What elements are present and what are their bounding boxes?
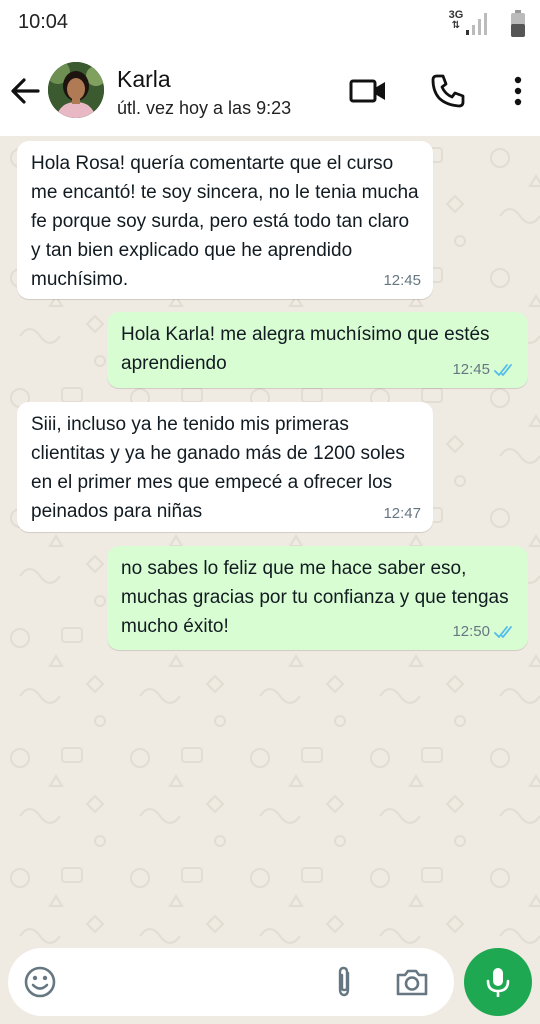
back-arrow-icon[interactable]	[8, 74, 42, 108]
message-meta: 12:45	[383, 266, 421, 295]
status-bar: 10:04 3G ⇅	[0, 0, 540, 46]
message-input-container[interactable]	[8, 948, 454, 1016]
message-meta: 12:50	[452, 617, 516, 646]
avatar[interactable]	[48, 62, 104, 118]
message-meta: 12:47	[383, 499, 421, 528]
message-outgoing[interactable]: no sabes lo feliz que me hace saber eso,…	[107, 546, 528, 650]
status-time: 10:04	[18, 11, 69, 33]
attach-icon[interactable]	[326, 964, 362, 1000]
avatar-photo	[48, 62, 104, 118]
emoji-icon[interactable]	[22, 964, 58, 1000]
status-icons: 3G ⇅	[436, 8, 526, 38]
message-text: Hola Rosa! quería comentarte que el curs…	[31, 153, 419, 290]
read-ticks-icon	[494, 363, 512, 376]
message-meta: 12:45	[452, 355, 516, 384]
mic-button[interactable]	[464, 948, 532, 1016]
video-call-icon[interactable]	[348, 71, 388, 111]
camera-icon[interactable]	[394, 964, 430, 1000]
message-incoming[interactable]: Hola Rosa! quería comentarte que el curs…	[17, 141, 433, 299]
battery-icon	[511, 10, 525, 37]
more-options-icon[interactable]	[498, 71, 538, 111]
mic-icon	[486, 968, 510, 997]
message-composer	[0, 946, 540, 1024]
message-outgoing[interactable]: Hola Karla! me alegra muchísimo que esté…	[107, 312, 528, 388]
message-time: 12:50	[452, 623, 490, 640]
message-text: Siii, incluso ya he tenido mis primeras …	[31, 414, 405, 522]
message-input[interactable]	[68, 966, 308, 998]
message-incoming[interactable]: Siii, incluso ya he tenido mis primeras …	[17, 402, 433, 532]
chat-header: Karla útl. vez hoy a las 9:23	[0, 46, 540, 136]
network-indicator: 3G ⇅	[448, 9, 464, 31]
chat-area[interactable]: Hola Rosa! quería comentarte que el curs…	[0, 136, 540, 946]
read-ticks-icon	[494, 625, 512, 638]
message-time: 12:47	[383, 505, 421, 522]
message-time: 12:45	[452, 361, 490, 378]
last-seen-status: útl. vez hoy a las 9:23	[117, 98, 292, 118]
phone-icon[interactable]	[428, 71, 468, 111]
message-time: 12:45	[383, 272, 421, 289]
contact-name[interactable]: Karla	[117, 66, 171, 93]
signal-icon	[466, 13, 487, 35]
